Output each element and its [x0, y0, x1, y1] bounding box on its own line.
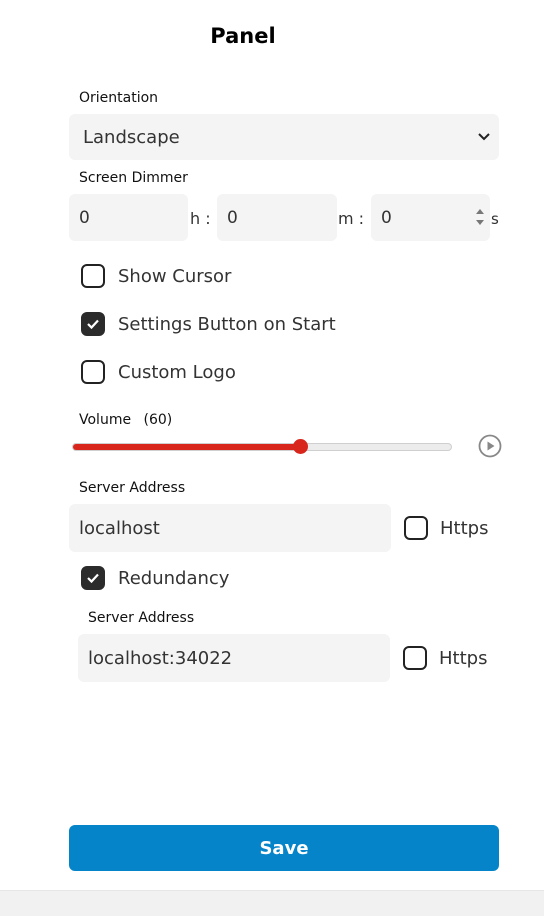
page-title: Panel	[210, 24, 276, 48]
server-address-input[interactable]: localhost	[69, 504, 391, 552]
checkmark-icon	[87, 319, 99, 330]
settings-button-label: Settings Button on Start	[118, 313, 336, 335]
volume-slider-track[interactable]	[72, 443, 452, 451]
dimmer-hours-value: 0	[79, 207, 90, 228]
volume-title: Volume	[79, 412, 132, 428]
screen-dimmer-label: Screen Dimmer	[79, 170, 188, 186]
server-address-label: Server Address	[79, 480, 186, 496]
hours-unit-label: h :	[190, 209, 211, 228]
settings-button-checkbox[interactable]	[81, 312, 105, 336]
volume-label: Volume (60)	[79, 412, 172, 428]
redundant-server-address-label: Server Address	[88, 610, 195, 626]
dimmer-minutes-input[interactable]: 0	[217, 194, 337, 241]
orientation-label: Orientation	[79, 90, 159, 106]
dimmer-hours-input[interactable]: 0	[69, 194, 188, 241]
show-cursor-checkbox[interactable]	[81, 264, 105, 288]
orientation-select[interactable]: Landscape	[69, 114, 499, 160]
spinner-arrows-icon[interactable]	[474, 206, 486, 228]
play-icon[interactable]	[478, 434, 502, 458]
redundant-server-address-input[interactable]: localhost:34022	[78, 634, 390, 682]
chevron-down-icon	[477, 130, 491, 144]
save-button[interactable]: Save	[69, 825, 499, 871]
minutes-unit-label: m :	[338, 209, 365, 228]
redundancy-label: Redundancy	[118, 567, 230, 589]
redundancy-checkbox[interactable]	[81, 566, 105, 590]
dimmer-seconds-input[interactable]: 0	[371, 194, 490, 241]
bottom-bar	[0, 890, 544, 916]
checkmark-icon	[87, 573, 99, 584]
redundant-server-address-value: localhost:34022	[88, 647, 233, 669]
https-checkbox[interactable]	[404, 516, 428, 540]
https-label: Https	[440, 517, 489, 539]
redundant-https-option[interactable]: Https	[403, 646, 487, 670]
redundancy-option[interactable]: Redundancy	[81, 566, 229, 590]
seconds-unit-label: s	[491, 210, 499, 228]
https-option[interactable]: Https	[404, 516, 488, 540]
volume-slider-thumb[interactable]	[292, 439, 308, 454]
redundant-https-label: Https	[439, 647, 488, 669]
server-address-value: localhost	[79, 517, 160, 539]
redundant-https-checkbox[interactable]	[403, 646, 427, 670]
show-cursor-label: Show Cursor	[118, 265, 232, 287]
volume-value: (60)	[143, 412, 173, 428]
dimmer-minutes-value: 0	[227, 207, 238, 228]
settings-button-option[interactable]: Settings Button on Start	[81, 312, 336, 336]
custom-logo-checkbox[interactable]	[81, 360, 105, 384]
dimmer-seconds-value: 0	[381, 207, 392, 228]
custom-logo-option[interactable]: Custom Logo	[81, 360, 236, 384]
orientation-selected-value: Landscape	[83, 126, 180, 148]
volume-slider-fill	[73, 444, 300, 450]
show-cursor-option[interactable]: Show Cursor	[81, 264, 231, 288]
custom-logo-label: Custom Logo	[118, 361, 236, 383]
